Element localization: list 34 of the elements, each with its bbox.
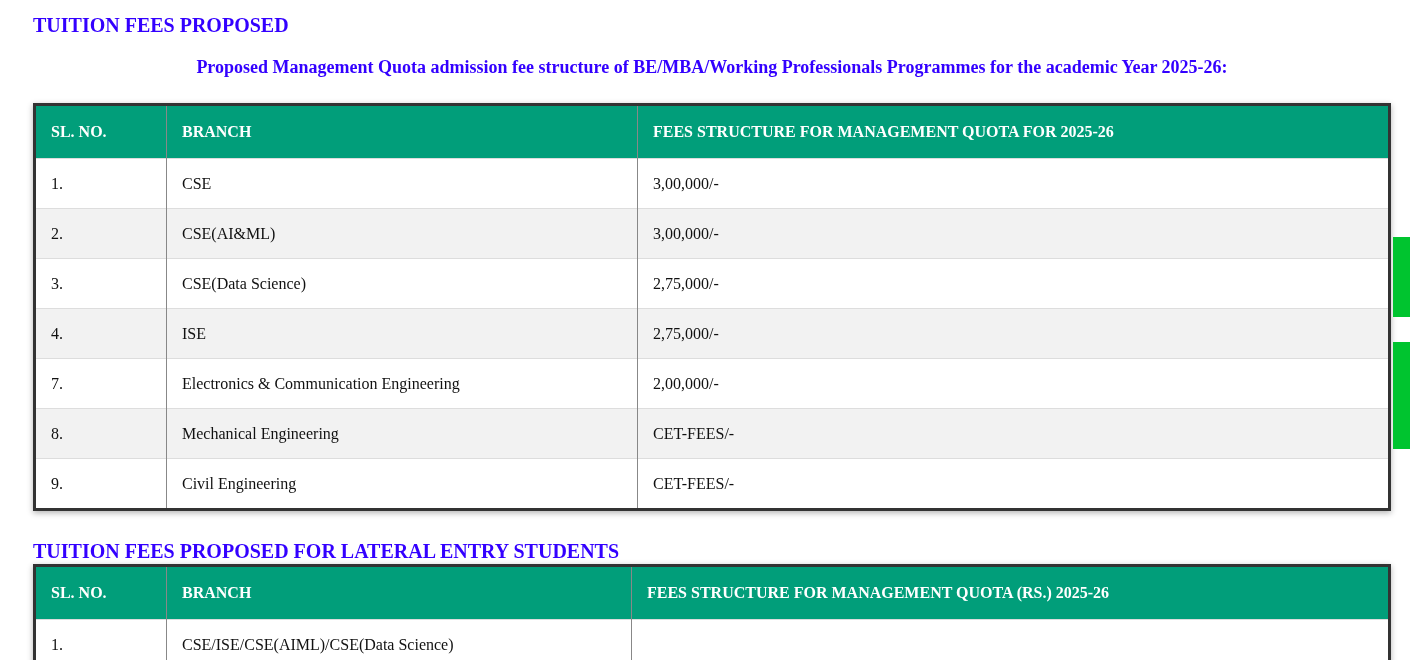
table-cell: CET-FEES/- [653, 474, 735, 492]
column-header: BRANCH [166, 565, 632, 620]
column-header: FEES STRUCTURE FOR MANAGEMENT QUOTA FOR 2025-26 [637, 104, 1390, 159]
table-caption: Proposed Management Quota admission fee structure of BE/MBA/Working Professionals Programmes for the academic Year 2025-26: [195, 56, 1229, 79]
side-tab[interactable] [1393, 237, 1410, 317]
table-cell: CSE/ISE/CSE(AIML)/CSE(Data Science) [182, 635, 454, 653]
table-cell: CSE [182, 174, 212, 192]
side-tab[interactable] [1393, 342, 1410, 449]
table-cell: Electronics & Communication Engineering [182, 374, 460, 392]
column-header: SL. NO. [34, 565, 167, 620]
table-cell: 3. [51, 274, 63, 292]
table-cell: Civil Engineering [182, 474, 297, 492]
table-cell: 2,75,000/- [653, 274, 719, 292]
section-heading: TUITION FEES PROPOSED [33, 13, 290, 38]
table-cell: 1. [51, 635, 63, 653]
table-cell: 8. [51, 424, 63, 442]
table-cell: 2. [51, 224, 63, 242]
table-cell: 3,00,000/- [653, 224, 719, 242]
table-cell: Mechanical Engineering [182, 424, 339, 442]
table-cell: 4. [51, 324, 63, 342]
table-cell: CSE(AI&ML) [182, 224, 276, 242]
table-cell: CET-FEES/- [653, 424, 735, 442]
table-cell: 2,75,000/- [653, 324, 719, 342]
table-cell: 7. [51, 374, 63, 392]
column-header: BRANCH [166, 104, 638, 159]
column-header: FEES STRUCTURE FOR MANAGEMENT QUOTA (RS.) 2025-26 [631, 565, 1390, 620]
column-header: SL. NO. [34, 104, 167, 159]
table-cell: 3,00,000/- [653, 174, 719, 192]
table-cell: 1. [51, 174, 63, 192]
section-heading: TUITION FEES PROPOSED FOR LATERAL ENTRY STUDENTS [33, 539, 621, 564]
table-cell: CSE(Data Science) [182, 274, 306, 292]
table-cell: 2,00,000/- [653, 374, 719, 392]
table-cell: ISE [182, 324, 206, 342]
table-cell: 9. [51, 474, 63, 492]
